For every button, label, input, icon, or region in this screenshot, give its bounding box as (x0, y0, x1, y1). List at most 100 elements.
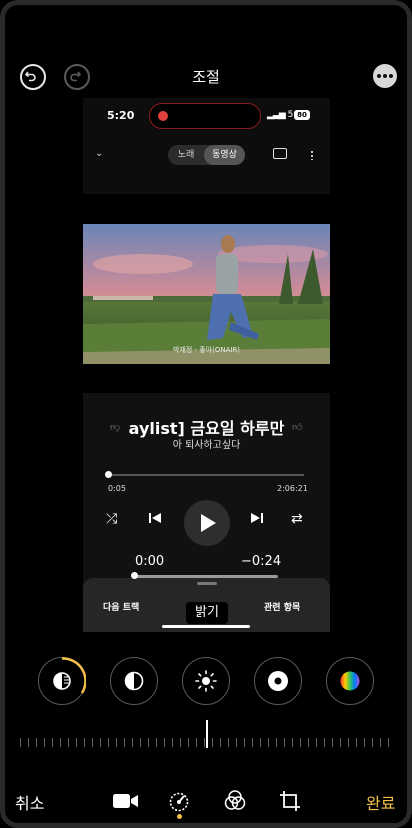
brightness-icon (195, 670, 217, 692)
song-artist: 아 퇴사하고싶다 (172, 440, 241, 451)
song-progress-track (107, 474, 304, 476)
adjust-tooltip: 밝기 (186, 602, 228, 624)
ruler-tick (108, 738, 109, 747)
ruler-tick (292, 738, 293, 747)
ruler-tick (276, 738, 277, 747)
ruler-tick (68, 738, 69, 747)
more-icon (377, 74, 381, 78)
battery-icon: 80 (294, 110, 310, 120)
ruler-tick (52, 738, 53, 747)
ruler-tick (92, 738, 93, 747)
ruler-tick (340, 738, 341, 747)
ruler-tick (284, 738, 285, 747)
ruler-tick (188, 738, 189, 747)
ruler-tick (44, 738, 45, 747)
ruler-tick (372, 738, 373, 747)
status-time: 5:20 (107, 109, 135, 122)
ruler-tick (244, 738, 245, 747)
ruler-tick (316, 738, 317, 747)
play-icon (201, 514, 216, 532)
cancel-button[interactable]: 취소 (15, 790, 44, 814)
tab-indicator (162, 625, 250, 628)
ruler-tick (100, 738, 101, 747)
tool-exposure[interactable] (38, 656, 86, 705)
tool-color[interactable] (326, 657, 374, 705)
video-tab[interactable] (113, 793, 139, 813)
ruler-tick (300, 738, 301, 747)
page-title: 조절 (192, 68, 220, 86)
previous-icon (148, 511, 162, 529)
ruler-tick (36, 738, 37, 747)
ruler-tick (388, 738, 389, 747)
ruler-tick (356, 738, 357, 747)
ruler-tick (156, 738, 157, 747)
ruler-tick (364, 738, 365, 747)
filters-tab[interactable] (223, 789, 247, 817)
next-icon (250, 511, 264, 529)
video-caption: 박재정 - 좋아(ONAIR) (172, 346, 241, 354)
ruler-tick (236, 738, 237, 747)
ruler-tick (380, 738, 381, 747)
chevron-down-icon: ⌄ (95, 148, 104, 159)
recording-dot-icon (158, 111, 168, 121)
ruler-tick (348, 738, 349, 747)
adjust-tab[interactable] (167, 790, 191, 816)
ruler-tick (76, 738, 77, 747)
crop-rotate-icon (280, 791, 300, 811)
ruler-tick (148, 738, 149, 747)
tool-vignette[interactable] (254, 657, 302, 705)
ruler-tick (116, 738, 117, 747)
video-frame (83, 224, 330, 364)
song-time-end: 2:06:21 (277, 484, 308, 493)
crop-tab[interactable] (278, 789, 302, 817)
ruler-tick (20, 738, 21, 747)
song-time-start: 0:05 (108, 484, 126, 493)
ruler-tick (140, 738, 141, 747)
song-video-toggle: 노래 동영상 (168, 145, 245, 165)
edit-scrubber-thumb[interactable] (131, 572, 138, 579)
tool-brightness[interactable] (182, 657, 230, 705)
tool-contrast[interactable] (110, 657, 158, 705)
ruler-tick (180, 738, 181, 747)
filters-icon (224, 790, 246, 810)
signal-bars-icon: ▂▃▅ (267, 110, 286, 120)
ruler-tick (332, 738, 333, 747)
video-camera-icon (113, 794, 138, 808)
dynamic-island (149, 103, 261, 129)
ruler-tick (60, 738, 61, 747)
ruler-tick (28, 738, 29, 747)
repeat-icon: ⇄ (291, 511, 303, 527)
ruler-tick (172, 738, 173, 747)
tab-next-track: 다음 트랙 (103, 603, 140, 613)
segment-song: 노래 (177, 150, 195, 160)
ruler-needle (206, 720, 208, 748)
ruler-tick (196, 738, 197, 747)
vignette-icon (268, 671, 288, 691)
more-button[interactable] (373, 64, 397, 88)
segment-video: 동영상 (204, 145, 245, 165)
ruler-tick (252, 738, 253, 747)
edit-time-remaining: −0:24 (241, 554, 282, 569)
ruler-tick (220, 738, 221, 747)
ruler-tick (228, 738, 229, 747)
ruler-tick (268, 738, 269, 747)
cast-icon (273, 148, 287, 159)
kebab-icon (311, 150, 313, 160)
ruler-tick (204, 738, 205, 747)
ruler-tick (260, 738, 261, 747)
ruler-tick (308, 738, 309, 747)
ruler-tick (212, 738, 213, 747)
ruler-tick (124, 738, 125, 747)
done-button[interactable]: 완료 (366, 790, 395, 814)
adjust-dial-icon (169, 792, 189, 812)
sheet-grabber (197, 582, 217, 585)
exposure-icon (53, 672, 71, 690)
ruler-tick (84, 738, 85, 747)
color-icon (340, 671, 360, 691)
shuffle-icon: ⤮ (106, 511, 118, 527)
ruler-tick (132, 738, 133, 747)
play-button (184, 500, 230, 546)
active-tab-dot (177, 814, 182, 819)
edit-scrubber[interactable] (134, 575, 278, 578)
contrast-icon (124, 671, 144, 691)
